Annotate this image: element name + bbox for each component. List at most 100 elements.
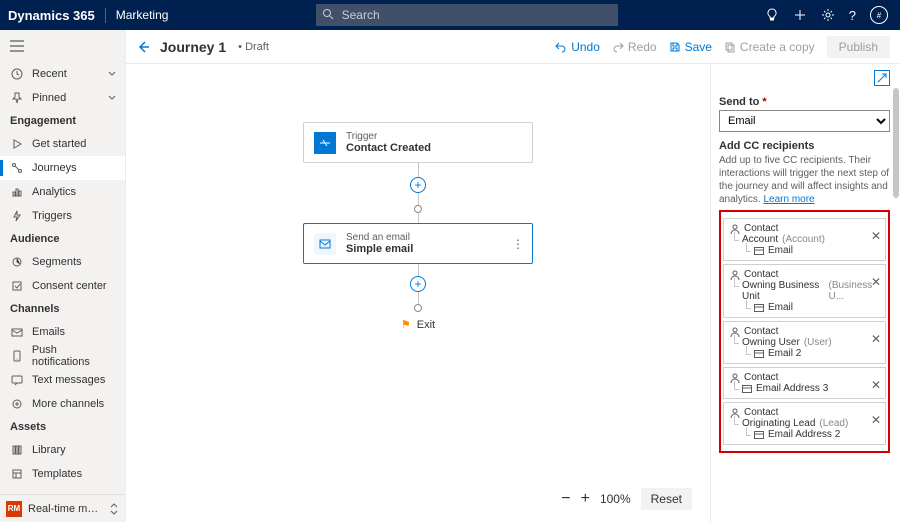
- global-search[interactable]: [316, 4, 618, 26]
- avatar[interactable]: #: [870, 6, 888, 24]
- expand-panel-button[interactable]: [874, 70, 890, 86]
- cc-field: Email Address 2: [742, 429, 881, 440]
- zoom-reset-button[interactable]: Reset: [641, 488, 692, 510]
- remove-cc-button[interactable]: ✕: [871, 229, 881, 243]
- journey-icon: [10, 162, 24, 174]
- undo-button[interactable]: Undo: [555, 40, 600, 54]
- cc-recipient-card[interactable]: ContactOwning Business Unit (Business U.…: [723, 264, 886, 318]
- page-title: Journey 1: [160, 39, 226, 55]
- mail-icon: [10, 326, 24, 338]
- area-badge: RM: [6, 501, 22, 517]
- card-icon: [742, 385, 752, 393]
- node-label: Simple email: [346, 243, 413, 255]
- help-icon[interactable]: ?: [849, 8, 856, 23]
- send-to-label: Send to *: [719, 96, 890, 108]
- zoom-level: 100%: [600, 492, 631, 506]
- flag-icon: ⚑: [401, 318, 411, 331]
- remove-cc-button[interactable]: ✕: [871, 332, 881, 346]
- chevron-up-down-icon: [109, 503, 119, 515]
- card-icon: [754, 350, 764, 358]
- journey-canvas[interactable]: Trigger Contact Created + Send an email …: [126, 64, 710, 522]
- area-switcher[interactable]: RM Real-time marketi...: [0, 494, 125, 522]
- sidebar-recent-label: Recent: [32, 68, 67, 80]
- email-node[interactable]: Send an email Simple email ⋮: [303, 223, 533, 264]
- search-input[interactable]: [316, 4, 618, 26]
- sidebar-item-get-started[interactable]: Get started: [0, 132, 125, 156]
- sidebar-group-header: Audience: [0, 228, 125, 250]
- cc-field: Email 2: [742, 348, 881, 359]
- cc-relation: Originating Lead (Lead): [730, 418, 881, 429]
- sidebar-group-header: Engagement: [0, 110, 125, 132]
- sidebar-item-journeys[interactable]: Journeys: [0, 156, 125, 180]
- analytics-icon: [10, 186, 24, 198]
- cc-recipient-card[interactable]: ContactOwning User (User)Email 2✕: [723, 321, 886, 364]
- pin-icon: [10, 92, 24, 104]
- sidebar-group-header: Channels: [0, 298, 125, 320]
- cc-entity: Contact: [730, 372, 881, 383]
- cc-field: Email Address 3: [730, 383, 881, 394]
- cc-help-text: Add up to five CC recipients. Their inte…: [719, 154, 890, 206]
- cc-recipient-card[interactable]: ContactEmail Address 3✕: [723, 367, 886, 399]
- remove-cc-button[interactable]: ✕: [871, 378, 881, 392]
- sidebar-item-library[interactable]: Library: [0, 438, 125, 462]
- connector-dot: [414, 205, 422, 213]
- back-button[interactable]: [136, 40, 150, 54]
- publish-button: Publish: [827, 36, 890, 58]
- trigger-icon: [314, 132, 336, 154]
- play-icon: [10, 138, 24, 150]
- sidebar-item-emails[interactable]: Emails: [0, 320, 125, 344]
- panel-scrollbar[interactable]: [892, 88, 900, 522]
- sidebar-item-analytics[interactable]: Analytics: [0, 180, 125, 204]
- cc-entity: Contact: [730, 269, 881, 280]
- save-button[interactable]: Save: [669, 40, 712, 54]
- sidebar-item-triggers[interactable]: Triggers: [0, 204, 125, 228]
- plus-icon[interactable]: [793, 8, 807, 22]
- send-to-select[interactable]: Email: [719, 110, 890, 132]
- learn-more-link[interactable]: Learn more: [763, 194, 814, 205]
- person-icon: [730, 327, 740, 337]
- cc-recipient-card[interactable]: ContactOriginating Lead (Lead)Email Addr…: [723, 402, 886, 445]
- sidebar-item-label: Push notifications: [32, 344, 117, 368]
- sidebar-item-text-messages[interactable]: Text messages: [0, 368, 125, 392]
- sidebar-item-label: Consent center: [32, 280, 107, 292]
- sidebar-item-label: Text messages: [32, 374, 105, 386]
- zoom-out-button[interactable]: −: [561, 490, 570, 508]
- cc-recipient-card[interactable]: ContactAccount (Account)Email✕: [723, 218, 886, 261]
- sidebar-item-label: Templates: [32, 468, 82, 480]
- lib-icon: [10, 444, 24, 456]
- zoom-controls: − + 100% Reset: [561, 488, 692, 510]
- sidebar-item-label: Triggers: [32, 210, 72, 222]
- add-step-button[interactable]: +: [410, 276, 426, 292]
- sidebar-item-consent-center[interactable]: Consent center: [0, 274, 125, 298]
- cc-title: Add CC recipients: [719, 140, 890, 152]
- remove-cc-button[interactable]: ✕: [871, 275, 881, 289]
- more-icon[interactable]: ⋮: [512, 237, 524, 251]
- brand-label: Dynamics 365: [8, 8, 106, 23]
- mail-icon: [314, 233, 336, 255]
- chevron-down-icon: [107, 69, 117, 79]
- card-icon: [754, 304, 764, 312]
- trigger-node[interactable]: Trigger Contact Created: [303, 122, 533, 163]
- redo-button: Redo: [612, 40, 657, 54]
- sidebar-pinned[interactable]: Pinned: [0, 86, 125, 110]
- cc-entity: Contact: [730, 223, 881, 234]
- hamburger-button[interactable]: [0, 30, 125, 62]
- more-icon: [10, 398, 24, 410]
- push-icon: [10, 350, 24, 362]
- sidebar: Recent Pinned Engagement Get started Journ…: [0, 30, 126, 522]
- consent-icon: [10, 280, 24, 292]
- remove-cc-button[interactable]: ✕: [871, 413, 881, 427]
- sidebar-recent[interactable]: Recent: [0, 62, 125, 86]
- sidebar-item-segments[interactable]: Segments: [0, 250, 125, 274]
- person-icon: [730, 373, 740, 383]
- lightbulb-icon[interactable]: [765, 8, 779, 22]
- sidebar-item-templates[interactable]: Templates: [0, 462, 125, 486]
- sidebar-item-label: Get started: [32, 138, 86, 150]
- add-step-button[interactable]: +: [410, 177, 426, 193]
- gear-icon[interactable]: [821, 8, 835, 22]
- cc-field: Email: [742, 245, 881, 256]
- sidebar-item-more-channels[interactable]: More channels: [0, 392, 125, 416]
- node-label: Contact Created: [346, 142, 431, 154]
- zoom-in-button[interactable]: +: [581, 490, 590, 508]
- sidebar-item-push-notifications[interactable]: Push notifications: [0, 344, 125, 368]
